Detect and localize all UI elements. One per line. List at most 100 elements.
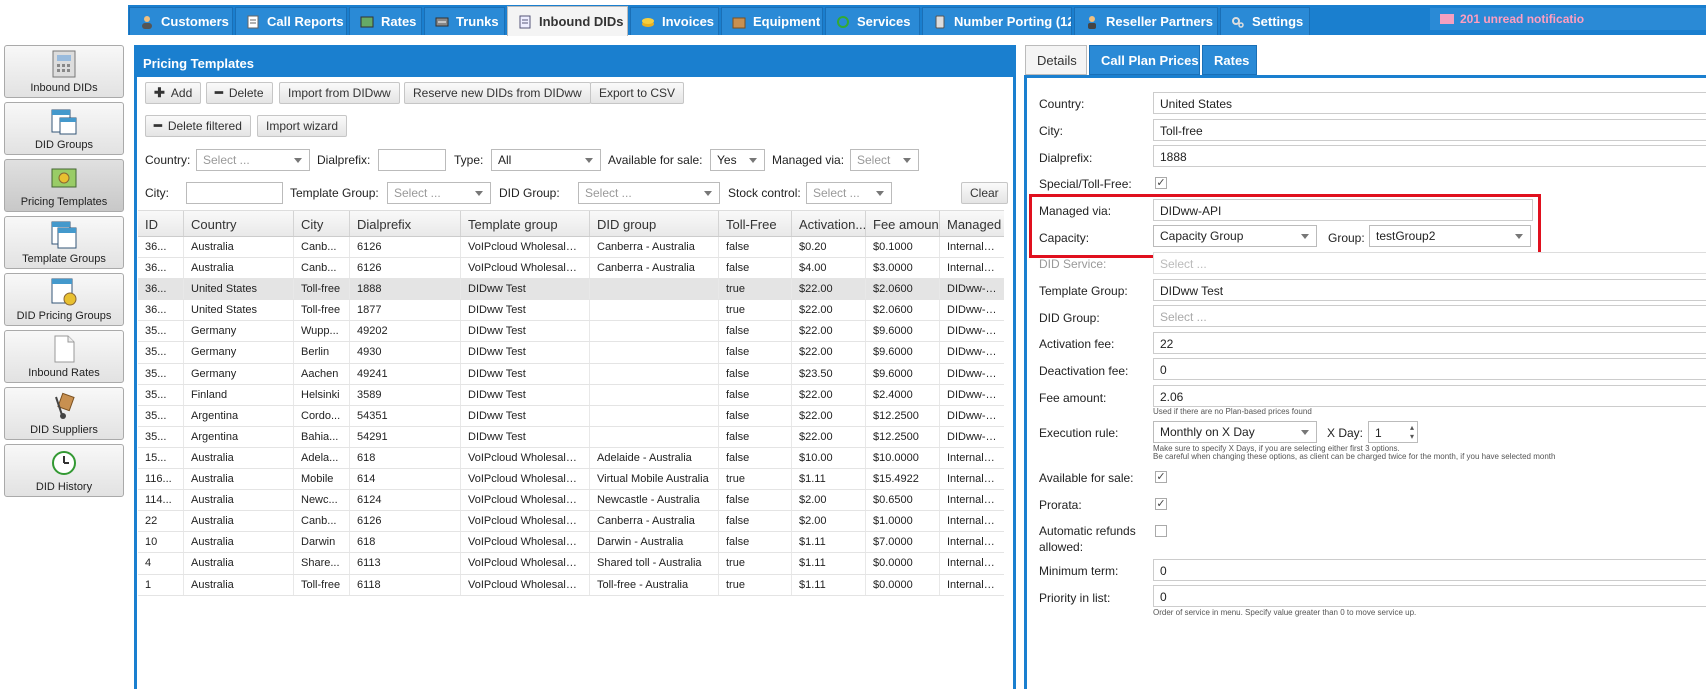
column-header-dialprefix[interactable]: Dialprefix bbox=[350, 211, 461, 236]
priority-field[interactable]: 0 bbox=[1153, 585, 1706, 607]
delete-label: Delete bbox=[228, 86, 264, 100]
x-day-spinner[interactable]: 1 bbox=[1368, 421, 1418, 443]
column-header-activation[interactable]: Activation... bbox=[792, 211, 866, 236]
tab-settings[interactable]: Settings bbox=[1220, 7, 1310, 35]
tab-customers[interactable]: Customers bbox=[129, 7, 233, 35]
delete-filtered-button[interactable]: ━ Delete filtered bbox=[145, 115, 251, 137]
table-cell: Canb... bbox=[294, 511, 350, 532]
column-header-template-group[interactable]: Template group bbox=[461, 211, 590, 236]
table-row[interactable]: 116... Australia Mobile 614 VoIPcloud Wholes… bbox=[138, 469, 1004, 491]
sidebar-item-did-pricing-groups[interactable]: DID Pricing Groups bbox=[4, 273, 124, 326]
table-cell: Newcastle - Australia bbox=[590, 490, 719, 511]
sidebar-item-label: DID Pricing Groups bbox=[16, 310, 112, 322]
column-header-toll-free[interactable]: Toll-Free bbox=[719, 211, 792, 236]
tab-equipment[interactable]: Equipment bbox=[721, 7, 823, 35]
table-cell: 36... bbox=[138, 300, 184, 321]
prorata-checkbox[interactable]: ✓ bbox=[1155, 498, 1167, 510]
tab-number-porting[interactable]: Number Porting (12) bbox=[922, 7, 1072, 35]
available-for-sale-checkbox[interactable]: ✓ bbox=[1155, 471, 1167, 483]
reserve-dids-button[interactable]: Reserve new DIDs from DIDww bbox=[404, 82, 591, 104]
column-header-managed-via[interactable]: Managed vi bbox=[940, 211, 1004, 236]
sidebar-item-did-groups[interactable]: DID Groups bbox=[4, 102, 124, 155]
sidebar-item-inbound-rates[interactable]: Inbound Rates bbox=[4, 330, 124, 383]
stock-control-filter-select[interactable]: Select ... bbox=[806, 182, 892, 204]
partner-icon bbox=[1085, 15, 1099, 29]
tab-call-plan-prices[interactable]: Call Plan Prices bbox=[1089, 45, 1200, 75]
tab-rates-detail[interactable]: Rates bbox=[1202, 45, 1257, 75]
automatic-refunds-checkbox[interactable] bbox=[1155, 525, 1167, 537]
tab-label: Settings bbox=[1252, 14, 1304, 29]
table-row[interactable]: 35... Argentina Cordo... 54351 DIDww Test fal… bbox=[138, 405, 1004, 427]
table-row[interactable]: 36... Australia Canb... 6126 VoIPcloud Whole… bbox=[138, 258, 1004, 280]
import-didww-button[interactable]: Import from DIDww bbox=[279, 82, 400, 104]
did-service-field[interactable]: Select ... bbox=[1153, 252, 1706, 274]
city-filter-input[interactable] bbox=[186, 182, 283, 204]
sidebar-item-pricing-templates[interactable]: Pricing Templates bbox=[4, 159, 124, 212]
template-group-field[interactable]: DIDww Test bbox=[1153, 279, 1706, 301]
table-cell: 35... bbox=[138, 363, 184, 384]
template-group-filter-select[interactable]: Select ... bbox=[387, 182, 491, 204]
table-row[interactable]: 35... Germany Aachen 49241 DIDww Test false $2… bbox=[138, 363, 1004, 385]
column-header-fee-amount[interactable]: Fee amoun bbox=[866, 211, 940, 236]
table-row[interactable]: 35... Germany Berlin 4930 DIDww Test false $22… bbox=[138, 342, 1004, 364]
table-row[interactable]: 10 Australia Darwin 618 VoIPcloud Wholesale … bbox=[138, 532, 1004, 554]
table-cell: $1.11 bbox=[792, 553, 866, 574]
tab-services[interactable]: Services bbox=[825, 7, 920, 35]
table-row[interactable]: 15... Australia Adela... 618 VoIPcloud Whole… bbox=[138, 447, 1004, 470]
clear-filters-button[interactable]: Clear bbox=[961, 182, 1008, 204]
dialprefix-field[interactable]: 1888 bbox=[1153, 145, 1706, 167]
sidebar-item-inbound-dids[interactable]: Inbound DIDs bbox=[4, 45, 124, 98]
tab-rates[interactable]: Rates bbox=[349, 7, 422, 35]
sidebar-item-label: Pricing Templates bbox=[20, 196, 108, 208]
type-filter-label: Type: bbox=[454, 153, 484, 167]
type-filter-select[interactable]: All bbox=[491, 149, 601, 171]
tab-details[interactable]: Details bbox=[1025, 45, 1087, 75]
tab-inbound-dids[interactable]: Inbound DIDs bbox=[507, 6, 628, 36]
table-cell: Internal-b... bbox=[947, 262, 1003, 275]
table-row[interactable]: 114... Australia Newc... 6124 VoIPcloud Whol… bbox=[138, 490, 1004, 512]
country-filter-select[interactable]: Select ... bbox=[196, 149, 310, 171]
tab-trunks[interactable]: Trunks bbox=[424, 7, 505, 35]
sidebar-item-did-suppliers[interactable]: DID Suppliers bbox=[4, 387, 124, 440]
add-button[interactable]: ✚ Add bbox=[145, 82, 202, 104]
city-field[interactable]: Toll-free bbox=[1153, 119, 1706, 141]
tab-reseller-partners[interactable]: Reseller Partners bbox=[1074, 7, 1218, 35]
column-header-country[interactable]: Country bbox=[184, 211, 294, 236]
fee-amount-field[interactable]: 2.06 bbox=[1153, 385, 1706, 407]
tab-call-reports[interactable]: Call Reports bbox=[235, 7, 347, 35]
table-row[interactable]: 36... United States Toll-free 1888 DIDww Tes… bbox=[138, 279, 1004, 301]
notifications-link[interactable]: 201 unread notificatio bbox=[1430, 8, 1706, 30]
did-group-filter-select[interactable]: Select ... bbox=[578, 182, 720, 204]
delete-button[interactable]: ━ Delete bbox=[206, 82, 273, 104]
table-cell bbox=[590, 342, 719, 363]
available-filter-select[interactable]: Yes bbox=[710, 149, 765, 171]
activation-fee-field[interactable]: 22 bbox=[1153, 332, 1706, 354]
export-csv-button[interactable]: Export to CSV bbox=[590, 82, 685, 104]
special-toll-free-checkbox[interactable]: ✓ bbox=[1155, 177, 1167, 189]
table-row[interactable]: 35... Germany Wupp... 49202 DIDww Test false $… bbox=[138, 321, 1004, 343]
sidebar-item-template-groups[interactable]: Template Groups bbox=[4, 216, 124, 269]
table-row[interactable]: 4 Australia Share... 6113 VoIPcloud Wholesal… bbox=[138, 553, 1004, 575]
table-row[interactable]: 35... Argentina Bahia... 54291 DIDww Test fal… bbox=[138, 426, 1004, 448]
sidebar-item-did-history[interactable]: DID History bbox=[4, 444, 124, 497]
country-field[interactable]: United States bbox=[1153, 92, 1706, 114]
minimum-term-field[interactable]: 0 bbox=[1153, 559, 1706, 581]
table-row[interactable]: 36... United States Toll-free 1877 DIDww Tes… bbox=[138, 300, 1004, 322]
column-header-id[interactable]: ID bbox=[138, 211, 184, 236]
dialprefix-filter-input[interactable] bbox=[378, 149, 446, 171]
column-header-city[interactable]: City bbox=[294, 211, 350, 236]
deactivation-fee-field[interactable]: 0 bbox=[1153, 358, 1706, 380]
table-row[interactable]: 1 Australia Toll-free 6118 VoIPcloud Wholesa… bbox=[138, 574, 1004, 596]
table-cell bbox=[590, 363, 719, 384]
execution-rule-select[interactable]: Monthly on X Day bbox=[1153, 421, 1317, 443]
table-row[interactable]: 36... Australia Canb... 6126 VoIPcloud Whole… bbox=[138, 237, 1004, 259]
import-wizard-button[interactable]: Import wizard bbox=[257, 115, 348, 137]
did-group-field[interactable]: Select ... bbox=[1153, 305, 1706, 327]
tab-invoices[interactable]: Invoices bbox=[630, 7, 719, 35]
table-row[interactable]: 22 Australia Canb... 6126 VoIPcloud Wholesal… bbox=[138, 511, 1004, 533]
table-cell: $4.00 bbox=[792, 258, 866, 279]
managed-filter-select[interactable]: Select bbox=[850, 149, 919, 171]
trunks-icon bbox=[435, 15, 449, 29]
table-row[interactable]: 35... Finland Helsinki 3589 DIDww Test false $… bbox=[138, 384, 1004, 406]
column-header-did-group[interactable]: DID group bbox=[590, 211, 719, 236]
